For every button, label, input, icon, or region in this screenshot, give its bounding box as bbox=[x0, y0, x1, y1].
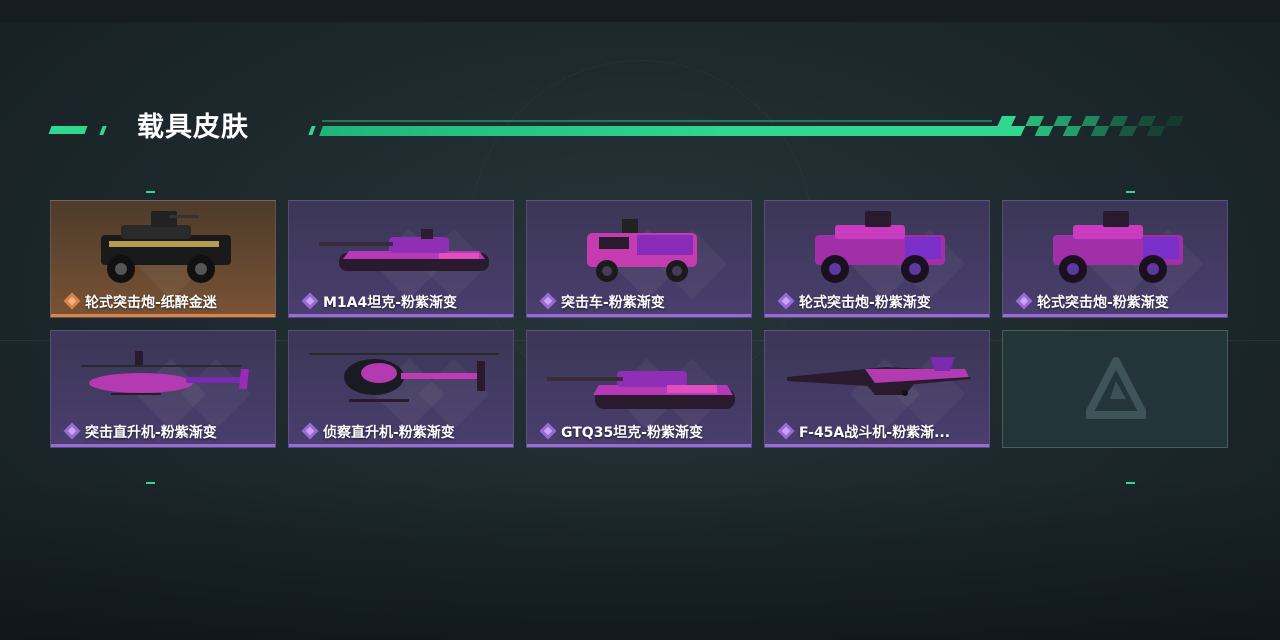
skin-card[interactable]: M1A4坦克-粉紫渐变 bbox=[288, 200, 514, 318]
skin-label: M1A4坦克-粉紫渐变 bbox=[299, 292, 457, 312]
rarity-diamond-icon bbox=[539, 422, 557, 440]
skin-label: 侦察直升机-粉紫渐变 bbox=[299, 422, 455, 442]
skin-card[interactable]: 侦察直升机-粉紫渐变 bbox=[288, 330, 514, 448]
skin-card[interactable]: GTQ35坦克-粉紫渐变 bbox=[526, 330, 752, 448]
rarity-bar bbox=[527, 314, 751, 317]
rarity-diamond-icon bbox=[301, 422, 319, 440]
tank-icon bbox=[547, 371, 735, 409]
rarity-diamond-icon bbox=[777, 292, 795, 310]
frame-tick bbox=[146, 482, 155, 484]
wheeled-assault-gun-icon bbox=[815, 211, 945, 283]
frame-tick bbox=[1126, 191, 1135, 193]
rarity-diamond-icon bbox=[63, 292, 81, 310]
wheeled-assault-gun-icon bbox=[101, 211, 231, 283]
rarity-bar bbox=[527, 444, 751, 447]
skin-card[interactable]: 突击车-粉紫渐变 bbox=[526, 200, 752, 318]
rarity-diamond-icon bbox=[63, 422, 81, 440]
skin-name: 侦察直升机-粉紫渐变 bbox=[323, 425, 455, 441]
rarity-diamond-icon bbox=[777, 422, 795, 440]
skin-name: 轮式突击炮-纸醉金迷 bbox=[85, 295, 217, 311]
skin-label: 轮式突击炮-纸醉金迷 bbox=[61, 292, 217, 312]
frame-tick bbox=[1126, 482, 1135, 484]
empty-skin-slot bbox=[1002, 330, 1228, 448]
skin-label: 轮式突击炮-粉紫渐变 bbox=[775, 292, 931, 312]
tank-icon bbox=[319, 229, 489, 271]
rarity-diamond-icon bbox=[539, 292, 557, 310]
header-thin-line bbox=[322, 120, 992, 122]
rarity-diamond-icon bbox=[301, 292, 319, 310]
skin-card[interactable]: 突击直升机-粉紫渐变 bbox=[50, 330, 276, 448]
skin-label: F-45A战斗机-粉紫渐... bbox=[775, 422, 950, 442]
skin-card[interactable]: 轮式突击炮-粉紫渐变 bbox=[1002, 200, 1228, 318]
rarity-bar bbox=[765, 444, 989, 447]
header-accent-dash bbox=[308, 126, 316, 135]
rarity-bar bbox=[289, 444, 513, 447]
skin-card[interactable]: 轮式突击炮-纸醉金迷 bbox=[50, 200, 276, 318]
skin-name: 突击车-粉紫渐变 bbox=[561, 295, 665, 311]
attack-helicopter-icon bbox=[81, 351, 249, 395]
skin-label: 轮式突击炮-粉紫渐变 bbox=[1013, 292, 1169, 312]
section-title: 载具皮肤 bbox=[137, 112, 249, 143]
rarity-bar bbox=[51, 314, 275, 317]
skin-name: F-45A战斗机-粉紫渐... bbox=[799, 425, 951, 441]
skin-name: GTQ35坦克-粉紫渐变 bbox=[561, 425, 703, 441]
rarity-diamond-icon bbox=[1015, 292, 1033, 310]
assault-vehicle-icon bbox=[587, 219, 697, 282]
skin-card[interactable]: 轮式突击炮-粉紫渐变 bbox=[764, 200, 990, 318]
game-logo-icon bbox=[1086, 357, 1146, 419]
wheeled-assault-gun-icon bbox=[1053, 211, 1183, 283]
frame-tick bbox=[146, 191, 155, 193]
rarity-bar bbox=[51, 444, 275, 447]
skin-name: 轮式突击炮-粉紫渐变 bbox=[1037, 295, 1169, 311]
header-accent-dash bbox=[99, 126, 107, 135]
skin-name: 突击直升机-粉紫渐变 bbox=[85, 425, 217, 441]
scout-helicopter-icon bbox=[309, 353, 499, 402]
top-band bbox=[0, 0, 1280, 22]
rarity-bar bbox=[1003, 314, 1227, 317]
skin-label: 突击车-粉紫渐变 bbox=[537, 292, 665, 312]
skin-name: 轮式突击炮-粉紫渐变 bbox=[799, 295, 931, 311]
skin-label: 突击直升机-粉紫渐变 bbox=[61, 422, 217, 442]
header-accent-dash bbox=[48, 126, 88, 134]
skin-label: GTQ35坦克-粉紫渐变 bbox=[537, 422, 703, 442]
background-lower-fade bbox=[0, 480, 1280, 640]
header-checker-pattern bbox=[997, 116, 1184, 136]
rarity-bar bbox=[289, 314, 513, 317]
skin-name: M1A4坦克-粉紫渐变 bbox=[323, 295, 458, 311]
header-accent-bar bbox=[319, 126, 1013, 136]
skin-card[interactable]: F-45A战斗机-粉紫渐... bbox=[764, 330, 990, 448]
rarity-bar bbox=[765, 314, 989, 317]
fighter-jet-icon bbox=[787, 357, 971, 396]
